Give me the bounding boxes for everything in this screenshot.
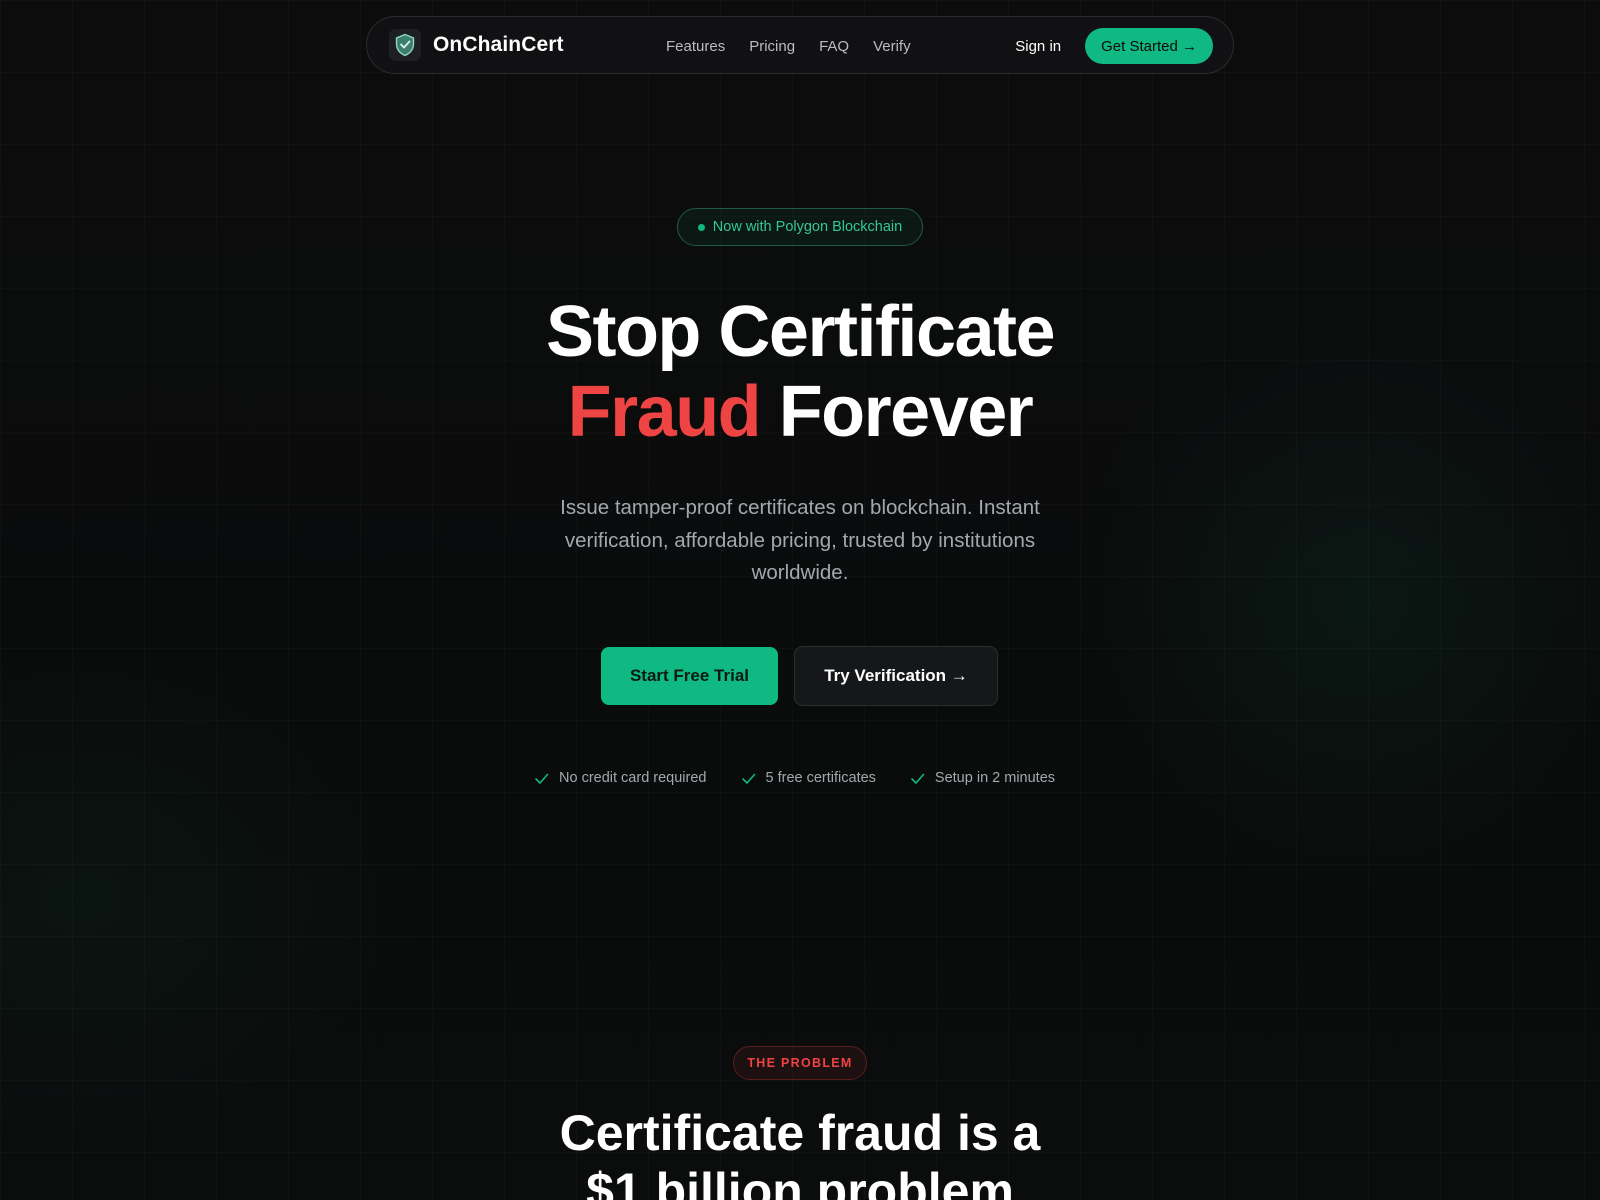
benefit-item: No credit card required [534,770,707,786]
check-icon [535,773,549,784]
benefit-text: No credit card required [559,770,707,786]
problem-section-badge: THE PROBLEM [733,1046,867,1080]
nav-link-verify[interactable]: Verify [873,38,911,55]
problem-title-line2: $1 billion problem [586,1163,1014,1200]
hero-title-line1: Stop Certificate [545,292,1056,372]
check-icon [741,773,755,784]
nav-link-features[interactable]: Features [666,38,725,55]
benefit-item: 5 free certificates [741,770,876,786]
problem-title-line1: Certificate fraud is a [559,1105,1041,1161]
hero-cta-row: Start Free Trial Try Verification → [601,646,998,706]
benefit-text: Setup in 2 minutes [934,770,1056,786]
hero-title-highlight: Fraud [567,372,762,452]
landing-page: OnChainCert Features Pricing FAQ Verify … [0,0,1600,1200]
benefit-text: 5 free certificates [765,770,876,786]
nav-links: Features Pricing FAQ Verify [666,17,911,75]
sign-in-link[interactable]: Sign in [1015,38,1061,55]
get-started-button[interactable]: Get Started → [1085,28,1213,64]
top-navbar: OnChainCert Features Pricing FAQ Verify … [366,16,1234,74]
brand[interactable]: OnChainCert [389,29,564,61]
hero-title: Stop Certificate Fraud Forever [0,292,1600,452]
nav-link-pricing[interactable]: Pricing [749,38,795,55]
hero-subtitle: Issue tamper-proof certificates on block… [560,496,1040,584]
start-free-trial-button[interactable]: Start Free Trial [601,647,778,705]
brand-name: OnChainCert [433,33,564,56]
nav-link-faq[interactable]: FAQ [819,38,849,55]
try-verification-button[interactable]: Try Verification → [794,646,998,706]
shield-icon [389,29,421,61]
hero-benefits: No credit card required 5 free certifica… [534,770,1055,786]
benefit-item: Setup in 2 minutes [910,770,1055,786]
check-icon [911,773,925,784]
hero-title-rest: Forever [778,372,1034,452]
nav-actions: Sign in Get Started → [1015,17,1213,75]
announcement-badge-text: Now with Polygon Blockchain [712,219,903,235]
announcement-badge: Now with Polygon Blockchain [677,208,923,246]
background-grid [0,0,1600,1200]
problem-section-title: Certificate fraud is a $1 billion proble… [0,1104,1600,1200]
dot-icon [697,223,705,231]
